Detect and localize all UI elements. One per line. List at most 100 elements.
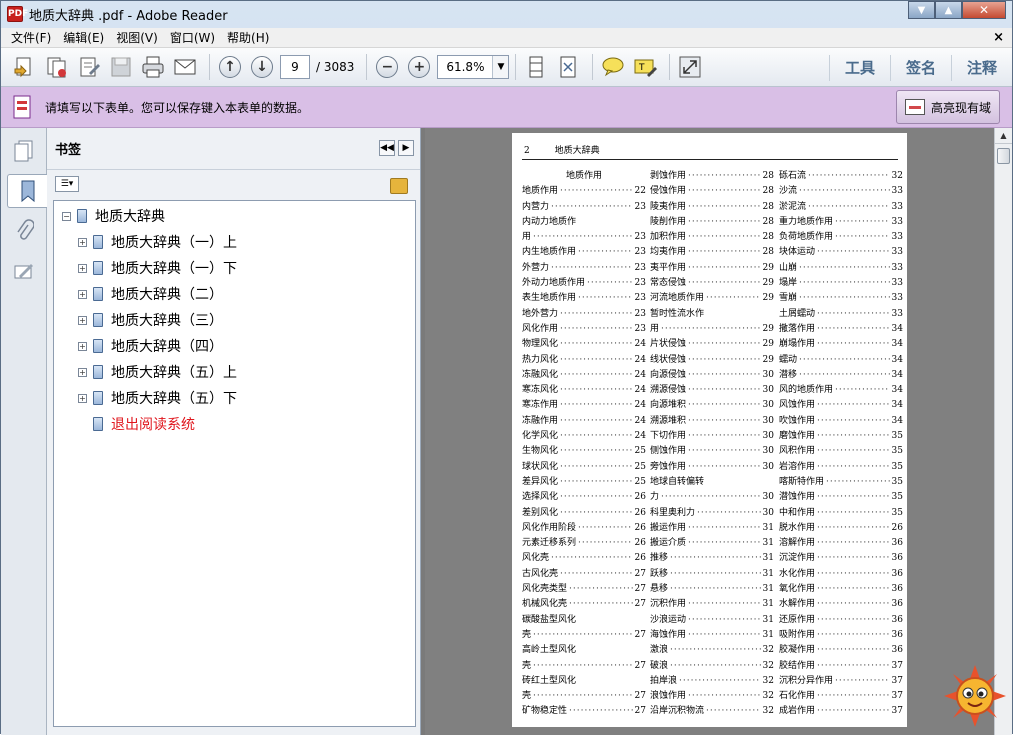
dot-leader [817,597,890,612]
index-entry: 用 23 [522,230,646,245]
panel-menu-arrow-icon[interactable]: ▶ [398,140,414,156]
entry-term: 沙流 [779,186,798,197]
save-button[interactable] [107,53,135,81]
index-entry: 外动力地质作用 23 [522,276,646,291]
bookmark-item[interactable]: + 地质大辞典（二） [78,283,223,305]
bookmarks-button[interactable] [7,174,47,208]
maximize-button[interactable]: ▲ [935,1,962,19]
scroll-mode-button[interactable] [522,53,550,81]
zoom-in-button[interactable]: + [405,53,433,81]
index-entry: 均夷作用 28 [650,245,774,260]
collapse-panel-icon[interactable]: ◀◀ [379,140,395,156]
next-page-button[interactable]: ↓ [248,53,276,81]
page-number-input[interactable]: 9 [280,55,310,79]
entry-page-number: 33 [891,216,903,227]
close-document-button[interactable]: × [993,30,1004,45]
close-window-button[interactable]: ✕ [962,1,1006,19]
expand-toggle-icon[interactable]: + [78,237,87,247]
expand-toggle-icon[interactable]: + [78,393,87,403]
bookmark-item[interactable]: + 地质大辞典（三） [78,309,223,331]
fit-page-button[interactable] [554,53,582,81]
highlight-fields-button[interactable]: 高亮现有域 [895,90,1000,124]
menu-window[interactable]: 窗口(W) [164,29,221,46]
bookmark-item[interactable]: + 地质大辞典（一）下 [78,257,237,279]
index-entry: 撒落作用 34 [779,322,903,337]
signatures-button[interactable] [7,254,41,288]
entry-page-number: 36 [891,599,903,610]
dot-leader [817,582,890,597]
dot-leader [560,490,633,505]
chevron-down-icon[interactable]: ▼ [492,56,509,78]
entry-page-number: 29 [762,293,774,304]
collapse-toggle-icon[interactable]: − [62,211,71,221]
index-entry: 风积作用 35 [779,444,903,459]
zoom-select[interactable]: 61.8% ▼ [437,55,510,79]
index-entry: 古风化壳 27 [522,567,646,582]
index-entry: 浪蚀作用 32 [650,689,774,704]
vertical-scrollbar[interactable]: ▲ [994,128,1012,735]
entry-page-number: 33 [891,247,903,258]
menu-edit[interactable]: 编辑(E) [57,29,110,46]
index-entry: 溶解作用 36 [779,536,903,551]
dot-leader [688,200,761,215]
page-thumbnails-button[interactable] [7,134,41,168]
index-entry: 地质作用 22 [522,184,646,199]
email-button[interactable] [171,53,199,81]
bookmark-exit[interactable]: 退出阅读系统 [93,413,195,435]
dot-leader [697,506,761,521]
index-entry: 潜移 34 [779,368,903,383]
bookmark-item[interactable]: + 地质大辞典（五）下 [78,387,237,409]
bookmark-item[interactable]: + 地质大辞典（一）上 [78,231,237,253]
dot-leader [688,536,761,551]
comment-pane-link[interactable]: 注释 [950,54,1012,81]
bookmark-icon [93,235,103,249]
bookmark-item[interactable]: + 地质大辞典（四） [78,335,223,357]
entry-page-number: 37 [891,706,903,717]
entry-term: 矿物稳定性 [522,706,568,717]
menu-view[interactable]: 视图(V) [110,29,164,46]
dot-leader [688,613,761,628]
expand-toggle-icon[interactable]: + [78,263,87,273]
entry-page-number: 23 [634,201,646,212]
combine-files-button[interactable] [43,53,71,81]
bookmark-root[interactable]: − 地质大辞典 [62,205,165,227]
entry-page-number: 29 [762,262,774,273]
previous-page-button[interactable]: ↑ [216,53,244,81]
dot-leader [670,551,761,566]
dot-leader [817,322,890,337]
bookmark-label: 退出阅读系统 [111,417,195,433]
index-entry: 化学风化 24 [522,429,646,444]
dot-leader [817,506,890,521]
minimize-button[interactable]: ▼ [908,1,935,19]
zoom-out-button[interactable]: − [373,53,401,81]
entry-term: 风化壳 [522,553,550,564]
expand-toggle-icon[interactable]: + [78,289,87,299]
index-entry: 线状侵蚀 29 [650,353,774,368]
create-pdf-button[interactable] [11,53,39,81]
expand-toggle-icon[interactable]: + [78,367,87,377]
dot-leader [688,169,761,184]
expand-toggle-icon[interactable]: + [78,315,87,325]
add-comment-button[interactable] [599,53,627,81]
expand-bookmark-icon[interactable] [390,178,408,194]
expand-toggle-icon[interactable]: + [78,341,87,351]
bookmark-options-icon[interactable]: ☰▾ [55,176,79,192]
dot-leader [560,383,633,398]
print-button[interactable] [139,53,167,81]
bookmark-item[interactable]: + 地质大辞典（五）上 [78,361,237,383]
entry-page-number: 30 [762,385,774,396]
scroll-up-arrow-icon[interactable]: ▲ [995,128,1012,144]
edit-form-button[interactable] [75,53,103,81]
dot-leader [560,184,633,199]
tools-pane-link[interactable]: 工具 [828,54,890,81]
dot-leader [817,490,890,505]
menu-help[interactable]: 帮助(H) [221,29,275,46]
entry-term: 力 [650,492,660,503]
sign-pane-link[interactable]: 签名 [889,54,951,81]
full-screen-button[interactable] [676,53,704,81]
menu-file[interactable]: 文件(F) [5,29,57,46]
attachments-button[interactable] [7,214,41,248]
scroll-thumb[interactable] [997,148,1010,164]
highlight-text-button[interactable]: T [631,53,659,81]
index-entry: 沉淀作用 36 [779,551,903,566]
